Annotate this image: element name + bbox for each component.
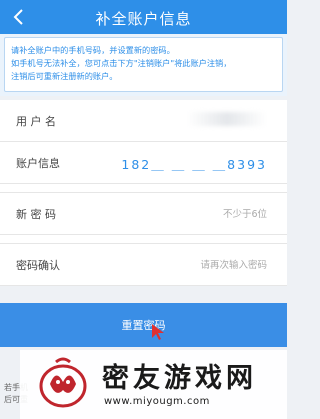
username-label: 用 户 名 [16, 115, 56, 128]
confirm-password-row: 密码确认 [0, 243, 287, 286]
watermark-title: 密友游戏网 [102, 363, 257, 394]
watermark-url: www.miyougm.com [104, 396, 210, 407]
confirm-password-input[interactable] [105, 255, 269, 275]
watermark-logo-icon [39, 357, 87, 408]
account-row: 账户信息 182＿ ＿ ＿ ＿8393 [0, 142, 287, 184]
username-row: 用 户 名 [0, 100, 287, 142]
new-password-input[interactable] [105, 204, 269, 224]
account-value: 182＿ ＿ ＿ ＿8393 [121, 157, 267, 172]
notice-panel: 请补全账户中的手机号码，并设置新的密码。 如手机号无法补全，您可点击下方"注销账… [0, 34, 287, 96]
header-bar: 补全账户信息 [0, 0, 287, 34]
page-title: 补全账户信息 [95, 10, 192, 28]
new-password-row: 新 密 码 [0, 192, 287, 235]
cursor-icon [152, 324, 164, 340]
confirm-password-label: 密码确认 [16, 259, 60, 272]
watermark-banner: 密友游戏网 www.miyougm.com [20, 350, 287, 419]
submit-area: 重置密码 [0, 303, 287, 349]
notice-line: 注销后可重新注册新的账户。 [11, 71, 118, 81]
reset-password-button[interactable]: 重置密码 [0, 303, 287, 347]
account-label: 账户信息 [16, 157, 60, 170]
username-value-blurred [187, 112, 267, 126]
notice-line: 请补全账户中的手机号码，并设置新的密码。 [11, 45, 175, 55]
account-form: 用 户 名 账户信息 182＿ ＿ ＿ ＿8393 新 密 码 密码确认 [0, 100, 287, 286]
notice-box: 请补全账户中的手机号码，并设置新的密码。 如手机号无法补全，您可点击下方"注销账… [4, 37, 283, 92]
new-password-label: 新 密 码 [16, 208, 56, 221]
notice-line: 如手机号无法补全，您可点击下方"注销账户"将此账户注销， [11, 58, 232, 68]
